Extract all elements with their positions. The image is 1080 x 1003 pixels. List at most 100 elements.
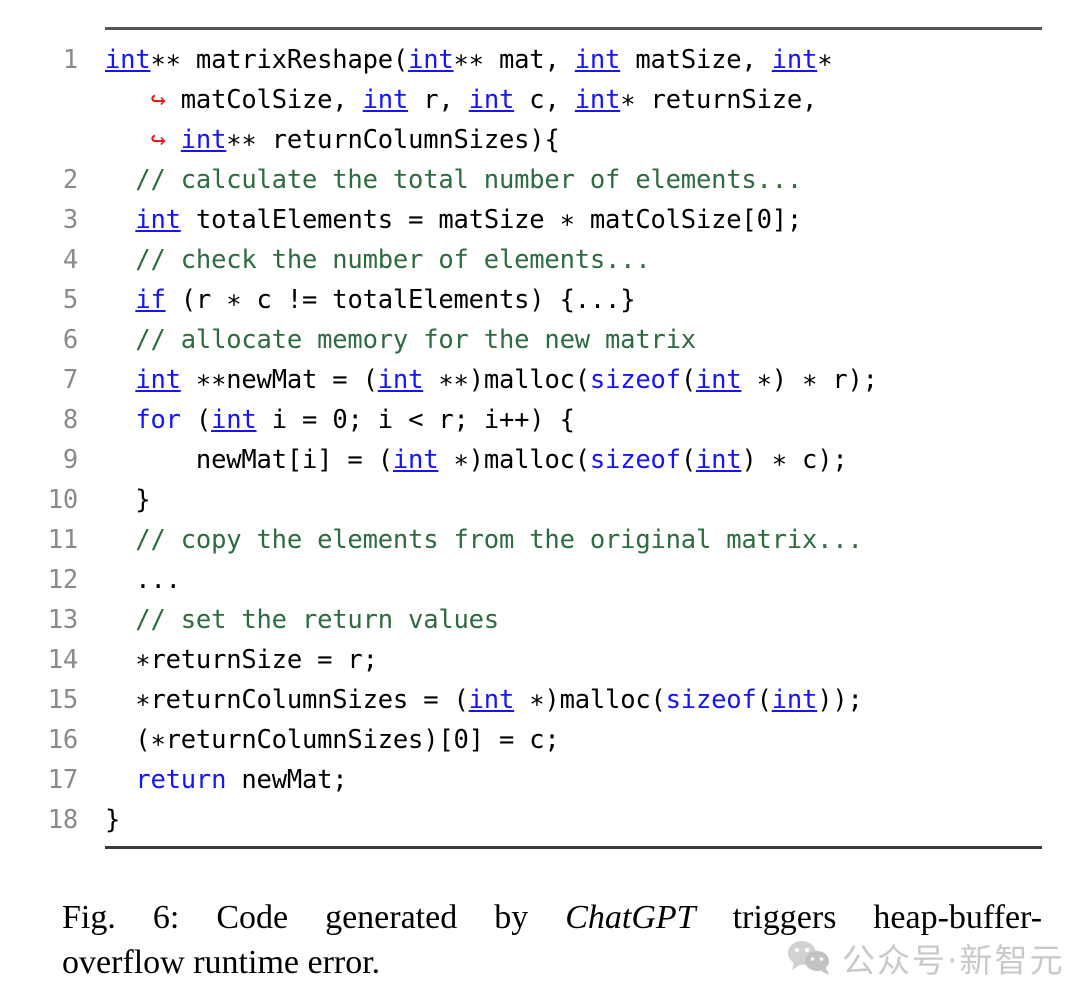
code-plain: }: [105, 805, 121, 835]
code-plain: ∗ returnSize,: [620, 85, 818, 115]
code-plain: r,: [408, 85, 469, 115]
code-plain: matSize,: [620, 45, 772, 75]
code-plain: ∗∗newMat = (: [180, 365, 378, 395]
code-line: 11 // copy the elements from the origina…: [0, 520, 1080, 560]
code-listing: 1 int∗∗ matrixReshape(int∗∗ mat, int matS…: [0, 40, 1080, 840]
code-line: 16 (∗returnColumnSizes)[0] = c;: [0, 720, 1080, 760]
line-number: 8: [62, 405, 78, 435]
caption-italic-term: ChatGPT: [565, 899, 696, 936]
caption-line-2: overflow runtime error.: [62, 944, 381, 981]
code-text: }: [105, 480, 150, 520]
code-keyword: int: [771, 45, 818, 75]
code-plain: ) ∗ c);: [741, 445, 848, 475]
code-plain: [105, 765, 135, 795]
code-plain: ));: [817, 685, 863, 715]
code-plain: }: [105, 485, 151, 515]
caption-text-before-italic: Code generated by: [216, 899, 529, 936]
code-keyword: int: [135, 365, 181, 395]
figure-caption: Fig. 6: Code generated by ChatGPT trigge…: [62, 895, 1042, 985]
code-plain: ∗∗ mat,: [453, 45, 575, 75]
code-keyword: sizeof: [665, 685, 757, 715]
line-number: 13: [47, 605, 79, 635]
code-plain: newMat[i] = (: [105, 445, 393, 475]
line-number: 1: [62, 45, 78, 75]
code-line: 3 int totalElements = matSize ∗ matColSi…: [0, 200, 1080, 240]
code-plain: [166, 125, 181, 155]
line-number: 3: [62, 205, 78, 235]
code-keyword: int: [468, 685, 515, 715]
code-keyword: int: [362, 85, 409, 115]
code-keyword: int: [180, 125, 227, 155]
code-line: 14 ∗returnSize = r;: [0, 640, 1080, 680]
line-number: 12: [47, 565, 79, 595]
code-comment: // allocate memory for the new matrix: [105, 325, 696, 355]
code-line: 17 return newMat;: [0, 760, 1080, 800]
code-keyword: int: [211, 405, 257, 435]
code-plain: (: [756, 685, 772, 715]
code-plain: [105, 405, 135, 435]
continuation-indent: [105, 85, 150, 115]
code-plain: [105, 205, 135, 235]
code-text: // check the number of elements...: [105, 240, 650, 280]
code-text: ∗returnSize = r;: [105, 640, 378, 680]
code-line: 2 // calculate the total number of eleme…: [0, 160, 1080, 200]
code-plain: (: [180, 405, 212, 435]
code-line: 6 // allocate memory for the new matrix: [0, 320, 1080, 360]
code-text: // copy the elements from the original m…: [105, 520, 863, 560]
code-text: for (int i = 0; i < r; i++) {: [105, 400, 575, 440]
code-text: (∗returnColumnSizes)[0] = c;: [105, 720, 559, 760]
code-plain: c,: [514, 85, 575, 115]
code-keyword: int: [105, 45, 151, 75]
continuation-arrow-icon: ↪: [150, 85, 166, 115]
code-comment: // calculate the total number of element…: [105, 165, 803, 195]
line-number: 11: [47, 525, 79, 555]
code-text: int totalElements = matSize ∗ matColSize…: [105, 200, 802, 240]
code-text: newMat[i] = (int ∗)malloc(sizeof(int) ∗ …: [105, 440, 848, 480]
code-keyword: if: [135, 285, 166, 315]
line-number: 2: [62, 165, 78, 195]
code-plain: ∗∗)malloc(: [423, 365, 590, 395]
code-plain: (: [680, 365, 696, 395]
code-continuation-line: ↪ matColSize, int r, int c, int∗ returnS…: [105, 80, 1080, 120]
code-comment: // copy the elements from the original m…: [105, 525, 863, 555]
line-number: 10: [47, 485, 79, 515]
code-plain: [105, 365, 135, 395]
code-text: // set the return values: [105, 600, 499, 640]
code-line: 7 int ∗∗newMat = (int ∗∗)malloc(sizeof(i…: [0, 360, 1080, 400]
code-plain: [105, 285, 135, 315]
code-keyword: for: [135, 405, 181, 435]
code-plain: ∗: [817, 45, 833, 75]
code-keyword: int: [377, 365, 424, 395]
line-number: 5: [62, 285, 78, 315]
continuation-indent: [105, 125, 150, 155]
line-number: 14: [47, 645, 79, 675]
code-plain: i = 0; i < r; i++) {: [256, 405, 575, 435]
code-line: 1 int∗∗ matrixReshape(int∗∗ mat, int matS…: [0, 40, 1080, 160]
code-plain: ∗)malloc(: [514, 685, 666, 715]
code-text: if (r ∗ c != totalElements) {...}: [105, 280, 635, 320]
code-continuation-line: ↪ int∗∗ returnColumnSizes){: [105, 120, 1080, 160]
line-number: 15: [47, 685, 79, 715]
code-plain: ∗∗ matrixReshape(: [150, 45, 409, 75]
code-line: 5 if (r ∗ c != totalElements) {...}: [0, 280, 1080, 320]
code-plain: ∗returnColumnSizes = (: [105, 685, 469, 715]
code-line: 12 ...: [0, 560, 1080, 600]
code-plain: (: [680, 445, 696, 475]
code-keyword: int: [771, 685, 818, 715]
code-keyword: int: [468, 85, 515, 115]
code-line: 8 for (int i = 0; i < r; i++) {: [0, 400, 1080, 440]
code-keyword: int: [392, 445, 439, 475]
figure-bottom-rule: [105, 846, 1042, 849]
code-keyword: int: [135, 205, 181, 235]
code-plain: newMat;: [226, 765, 348, 795]
continuation-arrow-icon: ↪: [150, 125, 166, 155]
code-line: 15 ∗returnColumnSizes = (int ∗)malloc(si…: [0, 680, 1080, 720]
code-plain: ...: [105, 565, 181, 595]
code-plain: ∗∗ returnColumnSizes){: [226, 125, 560, 155]
caption-text-after-italic: triggers heap-buffer-: [732, 899, 1043, 936]
code-text: ...: [105, 560, 181, 600]
figure-top-rule: [105, 27, 1042, 30]
code-plain: totalElements = matSize ∗ matColSize[0];: [180, 205, 803, 235]
code-line: 13 // set the return values: [0, 600, 1080, 640]
line-number: 9: [62, 445, 78, 475]
